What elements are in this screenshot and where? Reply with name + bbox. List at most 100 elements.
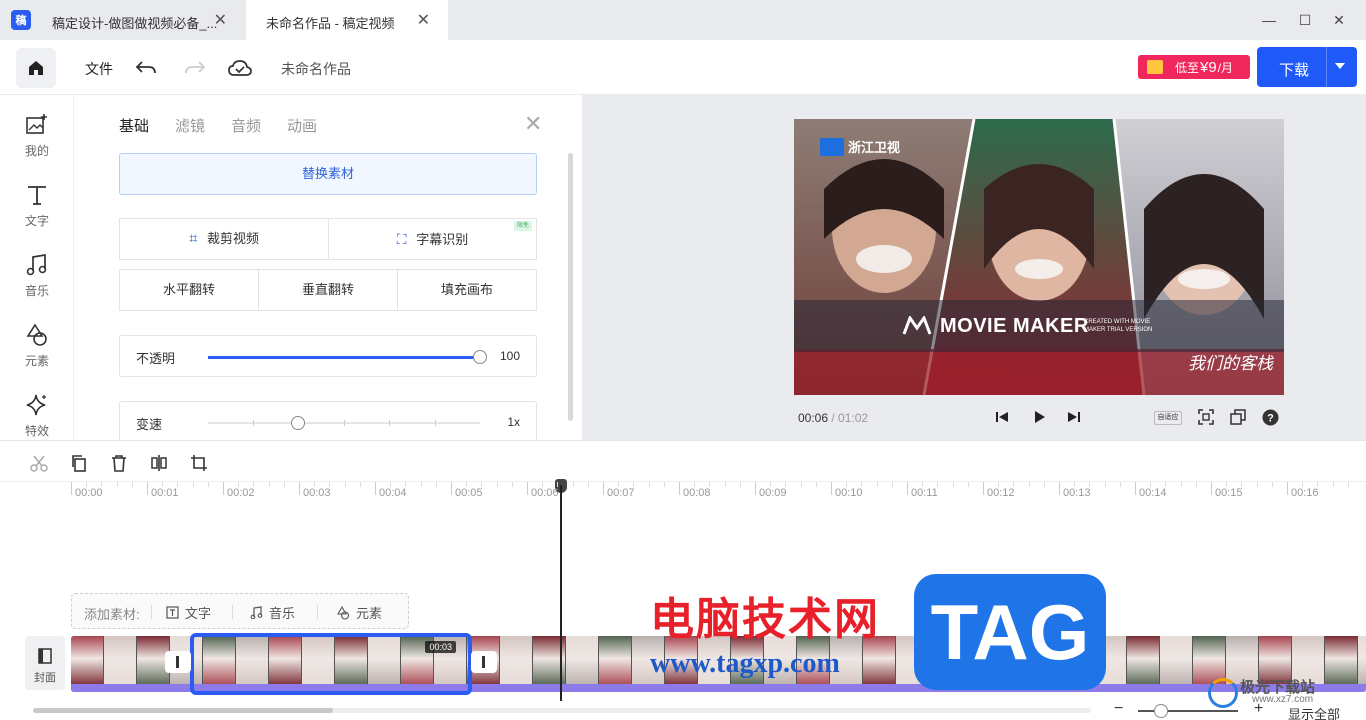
tab-basic[interactable]: 基础 bbox=[119, 115, 149, 136]
properties-panel: 基础 滤镜 音频 动画 ✕ 替换素材 ⌗ 裁剪视频 ⛶ 字幕识别 限免 水平翻转… bbox=[75, 95, 582, 440]
ruler-label: 00:08 bbox=[683, 487, 711, 499]
zoom-slider-knob[interactable] bbox=[1154, 704, 1168, 718]
browser-tab-project[interactable]: 未命名作品 - 稿定视频 ✕ bbox=[246, 0, 448, 40]
ruler-label: 00:02 bbox=[227, 487, 255, 499]
skip-back-icon[interactable] bbox=[993, 408, 1011, 426]
zoom-out-icon[interactable]: − bbox=[1114, 700, 1123, 718]
delete-icon[interactable] bbox=[108, 452, 130, 474]
tab-audio[interactable]: 音频 bbox=[231, 115, 261, 136]
tab-filter[interactable]: 滤镜 bbox=[175, 115, 205, 136]
add-text-label: 文字 bbox=[185, 606, 212, 621]
subtitle-recognition-label: 字幕识别 bbox=[416, 232, 469, 247]
ruler-minor-tick bbox=[511, 482, 513, 487]
ruler-tick bbox=[147, 482, 148, 495]
selected-clip[interactable]: 00:03 bbox=[190, 633, 472, 695]
ruler-minor-tick bbox=[268, 482, 270, 487]
watermark-text: MOVIE MAKER bbox=[940, 315, 1089, 337]
add-element-button[interactable]: 元素 bbox=[336, 603, 382, 622]
speed-value: 1x bbox=[507, 415, 520, 429]
replace-material-button[interactable]: 替换素材 bbox=[119, 153, 537, 195]
split-icon[interactable] bbox=[148, 452, 170, 474]
opacity-slider[interactable] bbox=[208, 350, 487, 364]
fill-canvas-button[interactable]: 填充画布 bbox=[397, 269, 537, 311]
ruler-minor-tick bbox=[1271, 482, 1273, 487]
filmstrip-frame bbox=[1358, 636, 1366, 686]
cover-button[interactable]: 封面 bbox=[25, 636, 65, 690]
clip-left-handle[interactable] bbox=[165, 651, 191, 673]
sidebar-item-music[interactable]: 音乐 bbox=[0, 253, 74, 313]
minimize-icon[interactable]: — bbox=[1259, 10, 1279, 30]
sidebar-item-text[interactable]: 文字 bbox=[0, 183, 74, 243]
undo-icon[interactable] bbox=[133, 55, 159, 81]
cloud-save-icon[interactable] bbox=[227, 55, 253, 81]
add-text-button[interactable]: 文字 bbox=[166, 603, 211, 622]
playback-time: 00:06 / 01:02 bbox=[798, 411, 868, 425]
ruler-label: 00:16 bbox=[1291, 487, 1319, 499]
ruler-label: 00:13 bbox=[1063, 487, 1091, 499]
ruler-tick bbox=[983, 482, 984, 495]
ruler-minor-tick bbox=[967, 482, 969, 487]
sidebar-item-mine[interactable]: 我的 bbox=[0, 113, 74, 173]
cut-icon[interactable] bbox=[28, 452, 50, 474]
sidebar-item-label: 音乐 bbox=[24, 284, 49, 298]
ruler-tick bbox=[1135, 482, 1136, 495]
speed-slider-knob[interactable] bbox=[290, 416, 305, 430]
sparkle-icon bbox=[26, 394, 46, 416]
document-title[interactable]: 未命名作品 bbox=[281, 59, 351, 79]
video-canvas[interactable]: 浙江卫视 MOVIE MAKER CREATED WITH MOVIE MAKE… bbox=[794, 119, 1284, 395]
show-all-button[interactable]: 显示全部 bbox=[1288, 704, 1340, 720]
ruler-minor-tick bbox=[1347, 482, 1349, 487]
skip-forward-icon[interactable] bbox=[1065, 408, 1083, 426]
opacity-slider-knob[interactable] bbox=[473, 350, 487, 364]
ruler-tick bbox=[907, 482, 908, 495]
maximize-icon[interactable]: ☐ bbox=[1295, 10, 1315, 30]
clip-right-handle[interactable] bbox=[471, 651, 497, 673]
download-site-url: www.xz7.com bbox=[1252, 694, 1314, 705]
window-close-icon[interactable]: ✕ bbox=[1329, 10, 1349, 30]
divider bbox=[1326, 47, 1327, 87]
close-icon[interactable]: ✕ bbox=[524, 111, 542, 137]
subtitle-recognition-button[interactable]: ⛶ 字幕识别 限免 bbox=[328, 218, 537, 260]
ruler-tick bbox=[527, 482, 528, 495]
ruler-minor-tick bbox=[800, 482, 802, 487]
redo-icon[interactable] bbox=[182, 55, 208, 81]
ruler-minor-tick bbox=[359, 482, 361, 487]
crop-video-button[interactable]: ⌗ 裁剪视频 bbox=[119, 218, 329, 260]
ruler-tick bbox=[223, 482, 224, 495]
opacity-value: 100 bbox=[499, 349, 520, 363]
chevron-down-icon[interactable] bbox=[1335, 63, 1345, 69]
browser-tab-gaoding[interactable]: 稿定设计-做图做视频必备_... ✕ bbox=[40, 0, 245, 40]
ruler-minor-tick bbox=[663, 482, 665, 487]
panel-scrollbar[interactable] bbox=[568, 153, 573, 421]
vip-promo-button[interactable]: 低至 ¥9 /月 bbox=[1138, 55, 1250, 79]
fit-screen-button[interactable]: 自适应 bbox=[1154, 411, 1182, 425]
flip-vertical-button[interactable]: 垂直翻转 bbox=[258, 269, 398, 311]
timeline-scrollbar-thumb[interactable] bbox=[33, 708, 333, 713]
speed-slider[interactable] bbox=[208, 416, 480, 430]
fullscreen-icon[interactable] bbox=[1197, 408, 1215, 426]
filmstrip-frame bbox=[500, 636, 532, 686]
download-button[interactable]: 下载 bbox=[1257, 47, 1357, 87]
crop-icon[interactable] bbox=[188, 452, 210, 474]
slider-tick bbox=[389, 420, 390, 426]
file-menu[interactable]: 文件 bbox=[85, 59, 113, 79]
playhead[interactable] bbox=[560, 485, 562, 701]
flip-horizontal-button[interactable]: 水平翻转 bbox=[119, 269, 259, 311]
help-icon[interactable]: ? bbox=[1261, 408, 1279, 426]
add-music-button[interactable]: 音乐 bbox=[250, 603, 295, 622]
play-icon[interactable] bbox=[1030, 408, 1048, 426]
current-time: 00:06 bbox=[798, 411, 829, 425]
promo-price: ¥9 bbox=[1200, 58, 1217, 76]
site-watermark-url: www.tagxp.com bbox=[650, 648, 840, 679]
timeline-scrollbar[interactable] bbox=[33, 708, 1091, 713]
copy-icon[interactable] bbox=[68, 452, 90, 474]
popout-icon[interactable] bbox=[1229, 408, 1247, 426]
sidebar-item-elements[interactable]: 元素 bbox=[0, 323, 74, 383]
home-button[interactable] bbox=[16, 48, 56, 88]
slider-tick bbox=[253, 420, 254, 426]
close-icon[interactable]: ✕ bbox=[417, 10, 430, 30]
tab-animation[interactable]: 动画 bbox=[287, 115, 317, 136]
zoom-slider[interactable] bbox=[1138, 710, 1238, 712]
close-icon[interactable]: ✕ bbox=[214, 10, 227, 30]
ruler-label: 00:07 bbox=[607, 487, 635, 499]
